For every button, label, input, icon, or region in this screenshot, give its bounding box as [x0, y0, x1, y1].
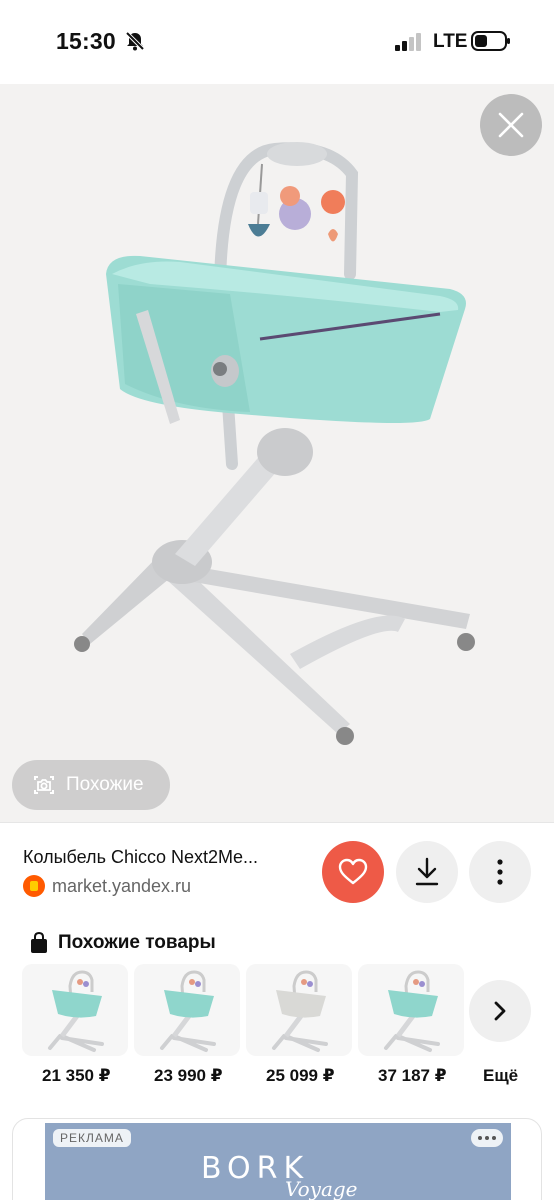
download-icon: [415, 857, 439, 886]
similar-product-card[interactable]: [358, 964, 464, 1056]
similar-products-section: Похожие товары 21 350 ₽ 23 990 ₽ 25 099 ₽ 3…: [0, 922, 554, 1112]
similar-product-card[interactable]: [22, 964, 128, 1056]
product-price: 23 990 ₽: [154, 1066, 223, 1085]
product-thumbnail: [160, 970, 216, 1052]
close-icon: [498, 112, 524, 138]
network-type: LTE: [433, 31, 468, 52]
product-title[interactable]: Колыбель Chicco Next2Me...: [23, 847, 258, 868]
bassinet-image: [74, 142, 475, 745]
close-button[interactable]: [480, 94, 542, 156]
product-thumbnail: [384, 970, 440, 1052]
shopping-bag-icon: [31, 932, 47, 953]
more-products-label[interactable]: Ещё: [483, 1066, 518, 1086]
camera-search-icon: [34, 776, 54, 794]
ad-label: РЕКЛАМА: [53, 1129, 131, 1147]
product-price: 25 099 ₽: [266, 1066, 335, 1085]
product-thumbnail: [48, 970, 104, 1052]
source-link[interactable]: market.yandex.ru: [23, 875, 191, 897]
more-vertical-icon: [497, 859, 503, 885]
section-title: Похожие товары: [30, 932, 216, 954]
status-bar: 15:30 LTE: [0, 0, 554, 84]
image-info: Колыбель Chicco Next2Me... market.yandex…: [0, 822, 554, 922]
favorite-button[interactable]: [322, 841, 384, 903]
ad-card[interactable]: РЕКЛАМА BORK Voyage: [12, 1118, 542, 1200]
next-products-button[interactable]: [469, 980, 531, 1042]
market-logo-icon: [23, 875, 45, 897]
source-domain: market.yandex.ru: [52, 875, 192, 896]
product-thumbnail: [272, 970, 328, 1052]
similar-product-card[interactable]: [246, 964, 352, 1056]
status-time: 15:30: [56, 28, 116, 54]
ad-banner[interactable]: РЕКЛАМА BORK Voyage: [45, 1123, 511, 1200]
similar-images-button[interactable]: Похожие: [12, 760, 170, 810]
more-options-button[interactable]: [469, 841, 531, 903]
similar-product-card[interactable]: [134, 964, 240, 1056]
ad-tagline: Voyage: [285, 1177, 358, 1200]
similar-images-label: Похожие: [66, 774, 144, 795]
product-price: 37 187 ₽: [378, 1066, 447, 1085]
section-title-text: Похожие товары: [58, 932, 216, 953]
product-image[interactable]: Похожие: [0, 84, 554, 822]
download-button[interactable]: [396, 841, 458, 903]
battery-icon: [471, 31, 510, 51]
chevron-right-icon: [494, 1001, 506, 1021]
ad-menu-button[interactable]: [471, 1129, 503, 1147]
heart-icon: [338, 858, 368, 885]
signal-icon: [395, 33, 421, 51]
bell-off-icon: [125, 31, 145, 51]
product-price: 21 350 ₽: [42, 1066, 111, 1085]
